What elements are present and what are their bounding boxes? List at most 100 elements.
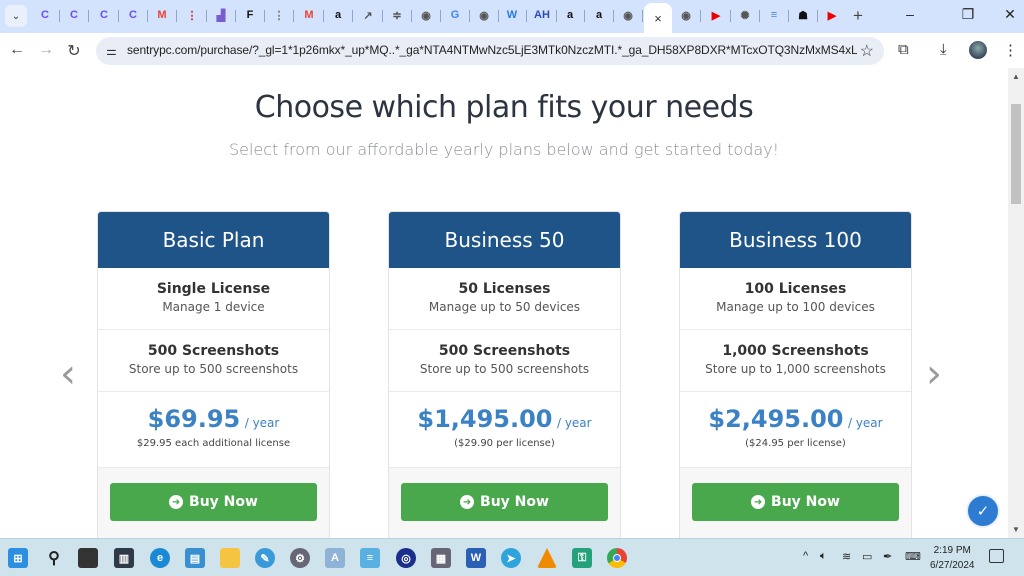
browser-tab[interactable]: ◉ (417, 6, 435, 24)
battery-icon[interactable]: ▭ (862, 550, 872, 563)
restore-button[interactable]: ❐ (958, 6, 978, 23)
vpn-key-icon[interactable]: ⚿ (572, 548, 592, 568)
telegram-icon[interactable]: ➤ (501, 548, 521, 568)
calculator-icon[interactable]: ▦ (431, 548, 451, 568)
browser-tab[interactable]: M (300, 6, 318, 24)
canva-icon: C (41, 9, 49, 21)
browser-tab[interactable]: ▶ (823, 6, 841, 24)
page-scrollbar[interactable]: ▲ ▼ (1008, 68, 1024, 538)
extensions-icon[interactable]: ⧉ (898, 41, 909, 58)
buy-label: Buy Now (189, 494, 258, 510)
browser-tab[interactable]: ↗ (359, 6, 377, 24)
canva-icon: C (100, 9, 108, 21)
close-window-button[interactable]: ✕ (1000, 6, 1020, 23)
browser-tab[interactable]: ≑ (388, 6, 406, 24)
tab-separator (759, 10, 760, 22)
browser-tab[interactable]: a (329, 6, 347, 24)
f-logo-icon: F (246, 9, 254, 21)
back-button[interactable]: ← (7, 41, 27, 59)
browser-tab[interactable]: W (503, 6, 521, 24)
task-view-icon[interactable] (78, 548, 98, 568)
tab-search-button[interactable]: ⌄ (5, 5, 27, 27)
edge-icon[interactable]: e (150, 548, 170, 568)
trend-icon: ↗ (363, 9, 373, 22)
word-icon[interactable]: W (466, 548, 486, 568)
show-hidden-icons[interactable]: ^ (803, 550, 808, 562)
keyboard-icon[interactable]: ⌨ (905, 550, 921, 563)
minimize-button[interactable]: – (900, 6, 920, 22)
menu-icon[interactable]: ⋮ (1003, 41, 1018, 59)
arrow-circle-icon: ➜ (169, 495, 184, 509)
address-bar[interactable]: ⚌ sentrypc.com/purchase/?_gl=1*1p26mkx*_… (96, 37, 884, 65)
browser-tab[interactable]: M (153, 6, 171, 24)
wix-icon: W (506, 9, 518, 21)
price-note: $29.95 each additional license (136, 438, 291, 449)
control-panel-icon[interactable]: ▤ (185, 548, 205, 568)
active-tab[interactable]: × (644, 3, 672, 33)
widgets-icon[interactable]: ▥ (114, 548, 134, 568)
browser-tab[interactable]: G (446, 6, 464, 24)
next-arrow[interactable]: › (926, 351, 942, 397)
paint-icon[interactable]: ✎ (255, 548, 275, 568)
price-period: / year (244, 416, 280, 430)
tab-separator (382, 10, 383, 22)
browser-tab[interactable]: ◉ (619, 6, 637, 24)
close-tab-icon[interactable]: × (654, 11, 662, 26)
browser-tab[interactable]: C (36, 6, 54, 24)
browser-tab[interactable]: ◉ (475, 6, 493, 24)
forward-button[interactable]: → (36, 41, 56, 59)
browser-tab[interactable]: ☗ (794, 6, 812, 24)
scroll-thumb[interactable] (1011, 104, 1021, 204)
volume-icon[interactable]: 🔈︎ (820, 550, 827, 563)
file-explorer-icon[interactable] (220, 548, 240, 568)
notepad-icon[interactable]: ≡ (360, 548, 380, 568)
prev-arrow[interactable]: ‹ (60, 351, 76, 397)
amazon-icon: a (566, 9, 574, 21)
browser-tab[interactable]: C (95, 6, 113, 24)
new-tab-button[interactable]: + (853, 6, 863, 26)
profile-avatar[interactable] (969, 41, 987, 59)
browser-tab[interactable]: F (241, 6, 259, 24)
browser-tab[interactable]: ✺ (736, 6, 754, 24)
browser-tab[interactable]: AH (533, 6, 551, 24)
buy-now-button[interactable]: ➜ Buy Now (110, 483, 317, 521)
browser-tab[interactable]: ▶ (707, 6, 725, 24)
vlc-icon[interactable] (537, 548, 557, 568)
url-text[interactable]: sentrypc.com/purchase/?_gl=1*1p26mkx*_up… (127, 43, 857, 57)
browser-tab[interactable]: ▟ (212, 6, 230, 24)
buy-now-button[interactable]: ➜ Buy Now (692, 483, 899, 521)
scroll-down-arrow[interactable]: ▼ (1012, 525, 1020, 534)
youtube-icon: ▶ (711, 9, 721, 22)
browser-tab[interactable]: ≡ (765, 6, 783, 24)
chrome-icon[interactable] (607, 548, 627, 568)
plan-price: $2,495.00 (708, 405, 844, 433)
bookmark-star-icon[interactable]: ☆ (860, 41, 874, 61)
site-settings-icon[interactable]: ⚌ (106, 44, 117, 58)
buy-now-button[interactable]: ➜ Buy Now (401, 483, 608, 521)
scroll-up-arrow[interactable]: ▲ (1012, 72, 1020, 81)
arrow-circle-icon: ➜ (751, 495, 766, 509)
app-window-icon[interactable]: A (325, 548, 345, 568)
wifi-icon[interactable]: ≋ (842, 550, 851, 563)
browser-tab[interactable]: ⋮ (270, 6, 288, 24)
clock[interactable]: 2:19 PM 6/27/2024 (930, 543, 975, 573)
download-icon[interactable]: ⤓ (940, 41, 947, 58)
browser-tab[interactable]: C (124, 6, 142, 24)
start-icon[interactable]: ⊞ (8, 548, 28, 568)
cookie-consent-button[interactable]: ✓ (966, 494, 1000, 528)
search-icon[interactable]: ⚲ (44, 548, 64, 568)
browser-tab[interactable]: a (561, 6, 579, 24)
plan-name: Basic Plan (98, 212, 329, 268)
pen-icon[interactable]: ✒ (883, 550, 892, 563)
emblem-app-icon[interactable]: ◎ (396, 548, 416, 568)
docs-icon: ≡ (770, 9, 778, 21)
browser-tab[interactable]: C (65, 6, 83, 24)
notification-icon[interactable] (989, 549, 1004, 563)
reload-button[interactable]: ↻ (64, 41, 84, 61)
settings-gear-icon[interactable]: ⚙ (290, 548, 310, 568)
screenshots-title: 500 Screenshots (438, 343, 571, 359)
browser-tab[interactable]: ⋮ (183, 6, 201, 24)
browser-tab[interactable]: ◉ (677, 6, 695, 24)
browser-toolbar: ← → ↻ ⚌ sentrypc.com/purchase/?_gl=1*1p2… (0, 33, 1024, 68)
browser-tab[interactable]: a (590, 6, 608, 24)
